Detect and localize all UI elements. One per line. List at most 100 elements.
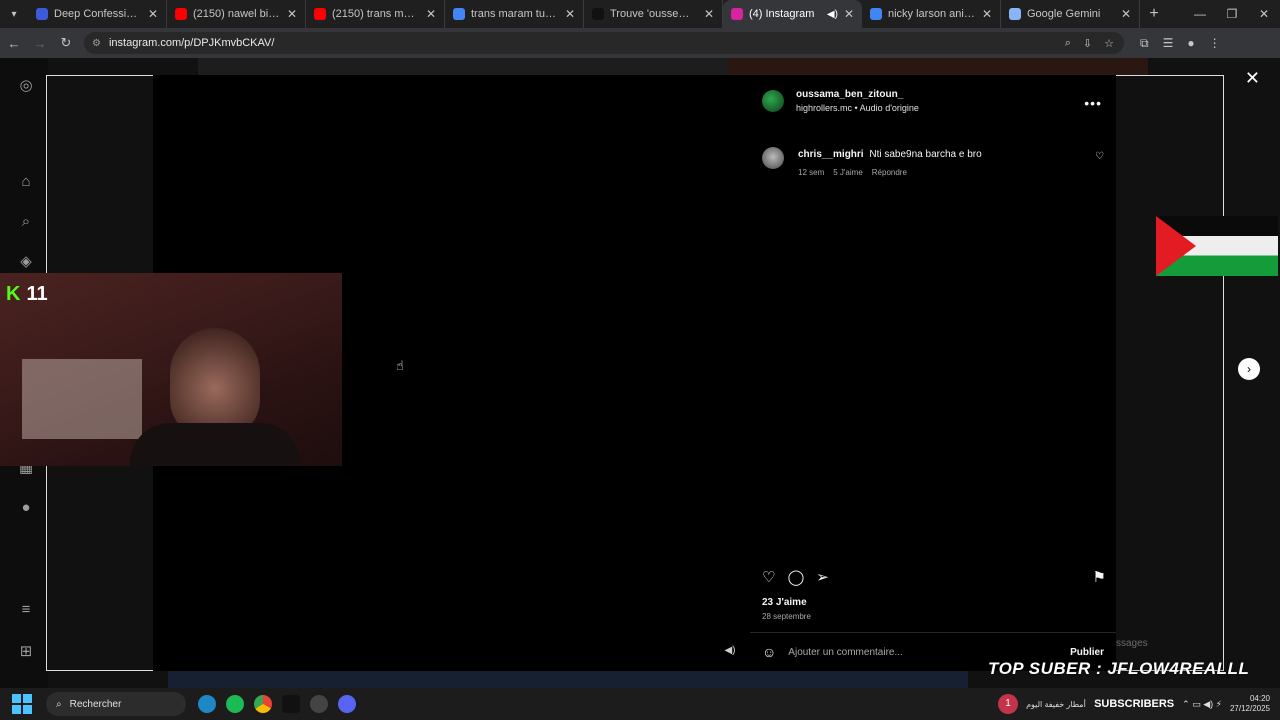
comment-meta: 12 sem 5 J'aime Répondre: [798, 168, 907, 177]
tab-close-icon[interactable]: ✕: [565, 7, 575, 21]
reload-icon[interactable]: ↻: [54, 35, 78, 51]
comment-bubble-icon[interactable]: ◯: [787, 568, 804, 592]
background-band: [728, 58, 1148, 76]
like-heart-icon[interactable]: ♡: [762, 568, 775, 592]
maximize-icon[interactable]: ❐: [1216, 0, 1248, 28]
more-options-icon[interactable]: •••: [1084, 95, 1102, 111]
tab-title: (2150) trans maram tunisie: [332, 8, 420, 20]
spotify-icon[interactable]: [226, 695, 244, 713]
browser-tab[interactable]: (2150) trans maram tunisie ✕: [306, 0, 445, 28]
bookmark-star-icon[interactable]: ☆: [1104, 37, 1114, 50]
browser-tab[interactable]: (2150) nawel bizid - YouTube ✕: [167, 0, 306, 28]
back-icon[interactable]: ←: [2, 36, 26, 51]
search-icon[interactable]: ⌕: [16, 212, 36, 232]
messages-tray[interactable]: ssages: [1116, 638, 1148, 649]
tab-audio-icon[interactable]: ◀): [827, 9, 838, 20]
next-post-chevron-icon[interactable]: ›: [1238, 358, 1260, 380]
tab-close-icon[interactable]: ✕: [148, 7, 158, 21]
tab-close-icon[interactable]: ✕: [426, 7, 436, 21]
like-count[interactable]: 23 J'aime: [762, 597, 807, 608]
kick-logo-icon: K: [6, 283, 21, 305]
browser-toolbar: ← → ↻ ⚙ instagram.com/p/DPJKmvbCKAV/ ⌕ ⇩…: [0, 28, 1280, 58]
system-tray: 1 أمطار خفيفة اليوم SUBSCRIBERS ⌃ ▭ ◀) ⚡…: [998, 694, 1280, 714]
chrome-icon[interactable]: [254, 695, 272, 713]
reading-list-icon[interactable]: ☰: [1163, 36, 1174, 51]
explore-icon[interactable]: ◈: [16, 252, 36, 272]
streamer-torso: [130, 423, 300, 466]
site-info-icon[interactable]: ⚙: [92, 38, 101, 49]
zoom-icon[interactable]: ⌕: [1065, 37, 1071, 50]
browser-tab[interactable]: Trouve 'oussema ben zitoun' ✕: [584, 0, 723, 28]
notification-badge[interactable]: 1: [998, 694, 1019, 714]
whiteboard: [22, 359, 142, 439]
browser-tab[interactable]: trans maram tunisien - Google ✕: [445, 0, 584, 28]
home-icon[interactable]: ⌂: [16, 172, 36, 192]
extensions-icon[interactable]: ⧉: [1140, 36, 1149, 51]
kick-count: 11: [26, 283, 48, 305]
forward-icon[interactable]: →: [28, 36, 52, 51]
tab-title: trans maram tunisien - Google: [471, 8, 559, 20]
address-bar[interactable]: ⚙ instagram.com/p/DPJKmvbCKAV/ ⌕ ⇩ ☆: [84, 32, 1124, 54]
top-suber-banner: TOP SUBER : JFLOW4REALLL: [988, 659, 1250, 678]
close-modal-icon[interactable]: ✕: [1245, 68, 1260, 89]
weather-widget[interactable]: أمطار خفيفة اليوم: [1026, 700, 1086, 709]
menu-icon[interactable]: ⋮: [1209, 36, 1221, 51]
browser-tab[interactable]: Google Gemini ✕: [1001, 0, 1140, 28]
share-send-icon[interactable]: ➢: [816, 568, 829, 592]
author-username[interactable]: oussama_ben_zitoun_: [796, 89, 919, 100]
emoji-icon[interactable]: ☺: [762, 644, 776, 660]
audio-subtitle[interactable]: highrollers.mc • Audio d'origine: [796, 103, 919, 113]
post-side-panel: oussama_ben_zitoun_ highrollers.mc • Aud…: [750, 75, 1116, 671]
close-window-icon[interactable]: ✕: [1248, 0, 1280, 28]
volume-icon[interactable]: ◀): [722, 643, 738, 659]
profile-icon[interactable]: ●: [16, 498, 36, 518]
comment-likes[interactable]: 5 J'aime: [833, 168, 863, 177]
tab-close-icon[interactable]: ✕: [982, 7, 992, 21]
tab-close-icon[interactable]: ✕: [704, 7, 714, 21]
commenter-username[interactable]: chris__mighri: [798, 149, 864, 160]
clock[interactable]: 04:20 27/12/2025: [1230, 694, 1270, 714]
tab-favicon-icon: [314, 8, 326, 20]
windows-start-icon[interactable]: [12, 694, 32, 714]
browser-tab[interactable]: (4) Instagram ◀) ✕: [723, 0, 862, 28]
comment-body: chris__mighri Nti sabe9na barcha e bro: [798, 149, 982, 160]
subscribers-label: SUBSCRIBERS: [1094, 698, 1175, 710]
new-tab-button[interactable]: +: [1140, 5, 1168, 23]
apps-icon[interactable]: ⊞: [16, 642, 36, 662]
post-header: oussama_ben_zitoun_ highrollers.mc • Aud…: [750, 75, 1116, 127]
tab-title: (2150) nawel bizid - YouTube: [193, 8, 281, 20]
install-icon[interactable]: ⇩: [1083, 37, 1092, 50]
streamer-face: [170, 328, 260, 438]
discord-icon[interactable]: [338, 695, 356, 713]
tab-favicon-icon: [870, 8, 882, 20]
author-avatar[interactable]: [762, 90, 784, 112]
more-menu-icon[interactable]: ≡: [16, 600, 36, 620]
comment-input[interactable]: Ajouter un commentaire...: [788, 647, 903, 658]
comment-age: 12 sem: [798, 168, 825, 177]
taskbar-search[interactable]: ⌕ Rechercher: [46, 692, 186, 716]
profile-avatar[interactable]: ●: [1187, 36, 1194, 51]
browser-tab[interactable]: nicky larson anime - Google ✕: [862, 0, 1001, 28]
tab-search-icon[interactable]: ▾: [0, 0, 28, 28]
browser-tab[interactable]: Deep Confessions Podcast ✕: [28, 0, 167, 28]
tab-close-icon[interactable]: ✕: [287, 7, 297, 21]
tab-favicon-icon: [731, 8, 743, 20]
minimize-icon[interactable]: —: [1184, 0, 1216, 28]
post-actions: ♡ ◯ ➢ ⚑: [762, 568, 1106, 592]
publish-button[interactable]: Publier: [1070, 647, 1104, 658]
commenter-avatar[interactable]: [762, 147, 784, 169]
tab-favicon-icon: [453, 8, 465, 20]
instagram-logo-icon[interactable]: ◎: [16, 76, 36, 96]
save-bookmark-icon[interactable]: ⚑: [1093, 568, 1106, 592]
url-text: instagram.com/p/DPJKmvbCKAV/: [108, 37, 275, 49]
obs-icon[interactable]: [310, 695, 328, 713]
edge-icon[interactable]: [198, 695, 216, 713]
tab-title: nicky larson anime - Google: [888, 8, 976, 20]
tab-favicon-icon: [592, 8, 604, 20]
tab-close-icon[interactable]: ✕: [1121, 7, 1131, 21]
tiktok-icon[interactable]: [282, 695, 300, 713]
tab-close-icon[interactable]: ✕: [844, 7, 854, 21]
tray-icons[interactable]: ⌃ ▭ ◀) ⚡: [1182, 699, 1222, 710]
reply-button[interactable]: Répondre: [872, 168, 907, 177]
comment-like-heart-icon[interactable]: ♡: [1095, 151, 1104, 162]
